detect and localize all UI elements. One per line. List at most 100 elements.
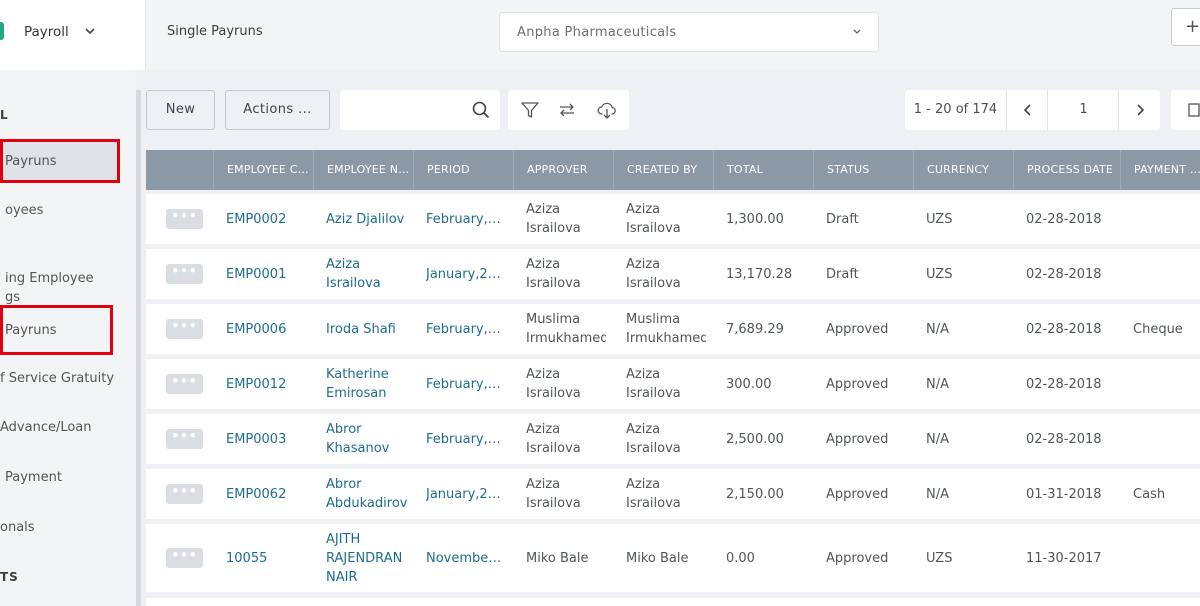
cell-employee-code-text[interactable]: EMP0001 — [226, 265, 286, 284]
column-header-currency[interactable]: CURRENCY — [913, 150, 1013, 190]
cell-employee-name-text[interactable]: Abror Khasanov — [326, 420, 411, 458]
table-row[interactable]: ••• EMP0006 Iroda Shafi February,2018 Muslim… — [146, 304, 1200, 354]
cell-employee-code-text[interactable]: EMP0012 — [226, 375, 286, 394]
cell-payment-mode-text: Cheque — [1133, 321, 1183, 337]
column-header-process-date[interactable]: PROCESS DATE — [1013, 150, 1120, 190]
cell-employee-name-text[interactable]: Iroda Shafi — [326, 320, 396, 339]
sidebar-item-end-of-service-gratuity[interactable]: f Service Gratuity — [0, 369, 120, 388]
column-header-created-by[interactable]: CREATED BY — [613, 150, 713, 190]
cell-employee-name-text[interactable]: Abror Abdukadirov — [326, 475, 411, 513]
cell-employee-code[interactable]: 10055 — [226, 524, 321, 592]
cell-employee-name-text[interactable]: Aziz Djalilov — [326, 210, 404, 229]
column-header-approver[interactable]: APPROVER — [513, 150, 613, 190]
module-switcher[interactable]: Payroll — [0, 0, 146, 70]
more-dots-icon[interactable]: ••• — [166, 319, 203, 339]
cell-employee-name-text[interactable]: AJITH RAJENDRAN NAIR — [326, 530, 411, 587]
sidebar-item-additionals[interactable]: onals — [0, 518, 120, 537]
cell-employee-name[interactable]: AJITH RAJENDRAN NAIR — [326, 524, 411, 592]
column-header-total[interactable]: TOTAL — [713, 150, 813, 190]
cell-employee-code-text[interactable]: 10055 — [226, 549, 267, 568]
table-row[interactable]: ••• EMP0002 Aziz Djalilov February,2018 Aziz… — [146, 194, 1200, 244]
cell-employee-code-text[interactable]: EMP0006 — [226, 320, 286, 339]
page-number-input[interactable]: 1 — [1049, 90, 1119, 130]
cell-period-text[interactable]: February,2018 — [426, 430, 506, 449]
cell-employee-name[interactable]: Abror Abdukadirov — [326, 469, 411, 519]
cell-employee-name[interactable]: Aziza Israilova — [326, 249, 411, 299]
more-dots-icon[interactable]: ••• — [166, 264, 203, 284]
column-view-button[interactable] — [1171, 90, 1200, 130]
sidebar-item-advance-loan[interactable]: Advance/Loan — [0, 418, 120, 437]
chevron-down-icon[interactable] — [84, 24, 96, 38]
column-header-employee-code[interactable]: EMPLOYEE CODE — [213, 150, 313, 190]
cell-period-text[interactable]: February,2018 — [426, 320, 506, 339]
column-header-status[interactable]: STATUS — [813, 150, 913, 190]
cell-period-text[interactable]: January,2018 — [426, 265, 506, 284]
sidebar-item-employees[interactable]: oyees — [0, 201, 120, 220]
cell-approver-text: Muslima Irmukhamedova — [526, 312, 606, 346]
column-header-period[interactable]: PERIOD — [413, 150, 513, 190]
cell-period-text[interactable]: February,2018 — [426, 375, 506, 394]
table-row[interactable]: ••• EMP0003 Abror Khasanov February,2018 Azi… — [146, 414, 1200, 464]
column-header-payment-mode[interactable]: PAYMENT MODE — [1120, 150, 1200, 190]
cell-status: Approved — [826, 304, 916, 354]
next-page-button[interactable] — [1120, 90, 1160, 130]
cell-period[interactable]: February,2018 — [426, 414, 506, 464]
cell-period-text[interactable]: November,2017 — [426, 549, 506, 568]
table-row[interactable]: ••• EMP0001 Aziza Israilova January,2018 Azi… — [146, 249, 1200, 299]
cell-employee-name[interactable]: Abror Khasanov — [326, 414, 411, 464]
cell-employee-code[interactable]: EMP0001 — [226, 249, 321, 299]
cell-status: Draft — [826, 194, 916, 244]
table-row[interactable]: ••• EMP0062 Abror Abdukadirov January,2018 A… — [146, 469, 1200, 519]
cell-process-date: 01-31-2018 — [1026, 469, 1126, 519]
sidebar-item-bulk-payruns[interactable]: Payruns — [0, 305, 113, 355]
company-select[interactable]: Anpha Pharmaceuticals — [499, 12, 879, 52]
more-dots-icon[interactable]: ••• — [166, 374, 203, 394]
cloud-download-icon[interactable] — [597, 100, 617, 120]
sidebar-item-pending-employee-settings[interactable]: ing Employee gs — [0, 250, 120, 307]
cell-employee-code-text[interactable]: EMP0003 — [226, 430, 286, 449]
cell-period[interactable]: February,2018 — [426, 194, 506, 244]
cell-status-text: Approved — [826, 321, 889, 337]
cell-created-by-text: Miko Bale — [626, 550, 689, 566]
cell-period[interactable]: February,2018 — [426, 359, 506, 409]
more-dots-icon[interactable]: ••• — [166, 209, 203, 229]
cell-period-text[interactable]: January,2018 — [426, 485, 506, 504]
table-row[interactable] — [146, 598, 1200, 606]
search-input[interactable] — [350, 100, 470, 120]
cell-employee-name-text[interactable]: Katherine Emirosan — [326, 365, 411, 403]
cell-period[interactable]: January,2018 — [426, 469, 506, 519]
more-dots-icon[interactable]: ••• — [166, 484, 203, 504]
transfer-icon[interactable] — [557, 100, 577, 120]
add-button[interactable]: + — [1171, 8, 1200, 46]
cell-employee-code-text[interactable]: EMP0062 — [226, 485, 286, 504]
previous-page-button[interactable] — [1008, 90, 1048, 130]
sidebar-item-single-payruns[interactable]: Payruns — [0, 139, 120, 183]
more-dots-icon[interactable]: ••• — [166, 429, 203, 449]
sidebar-scrollbar[interactable] — [136, 90, 141, 606]
sidebar-item-payment[interactable]: Payment — [0, 468, 120, 487]
cell-period[interactable]: November,2017 — [426, 524, 506, 592]
cell-period-text[interactable]: February,2018 — [426, 210, 506, 229]
column-header-employee-name[interactable]: EMPLOYEE NAME — [313, 150, 413, 190]
cell-employee-name-text[interactable]: Aziza Israilova — [326, 255, 411, 293]
cell-period[interactable]: February,2018 — [426, 304, 506, 354]
cell-employee-code[interactable]: EMP0062 — [226, 469, 321, 519]
filter-icon[interactable] — [520, 100, 540, 120]
cell-employee-code[interactable]: EMP0006 — [226, 304, 321, 354]
cell-employee-code[interactable]: EMP0012 — [226, 359, 321, 409]
new-button[interactable]: New — [146, 90, 215, 130]
cell-period[interactable]: January,2018 — [426, 249, 506, 299]
cell-employee-code[interactable]: EMP0002 — [226, 194, 321, 244]
table-row[interactable]: ••• EMP0012 Katherine Emirosan February,201… — [146, 359, 1200, 409]
cell-employee-name[interactable]: Iroda Shafi — [326, 304, 411, 354]
cell-total-text: 300.00 — [726, 376, 772, 392]
more-dots-icon[interactable]: ••• — [166, 548, 203, 568]
table-row[interactable]: ••• 10055 AJITH RAJENDRAN NAIR November,201… — [146, 524, 1200, 592]
cell-employee-code[interactable]: EMP0003 — [226, 414, 321, 464]
cell-created-by: Miko Bale — [626, 524, 706, 592]
actions-button[interactable]: Actions ... — [225, 90, 330, 130]
cell-employee-name[interactable]: Katherine Emirosan — [326, 359, 411, 409]
search-icon[interactable] — [472, 101, 490, 119]
cell-employee-name[interactable]: Aziz Djalilov — [326, 194, 411, 244]
cell-employee-code-text[interactable]: EMP0002 — [226, 210, 286, 229]
